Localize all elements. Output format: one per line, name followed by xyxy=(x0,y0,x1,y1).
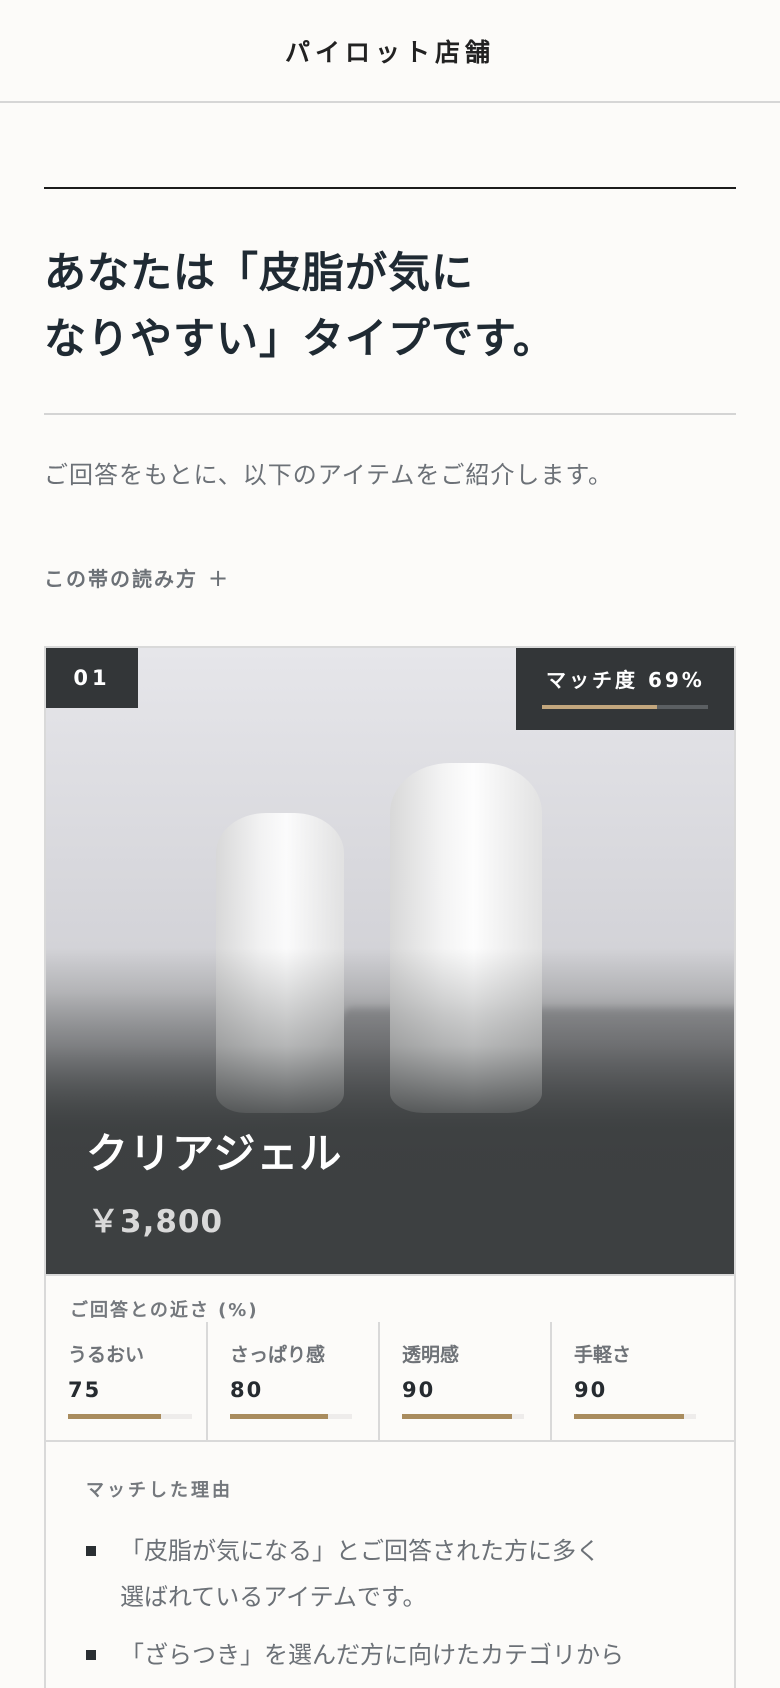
attribute-moisture: うるおい 75 xyxy=(46,1322,218,1442)
reason-item: 「ざらつき」を選んだ方に向けたカテゴリから xyxy=(86,1632,686,1678)
product-price: ￥3,800 xyxy=(88,1204,224,1240)
attribute-value: 80 xyxy=(230,1378,264,1402)
match-bar-fill xyxy=(542,705,657,709)
attribute-section: ご回答との近さ (%) うるおい 75 さっぱり感 80 透明感 90 手軽さ … xyxy=(46,1274,734,1442)
reason-item: 「皮脂が気になる」とご回答された方に多く 選ばれているアイテムです。 xyxy=(86,1528,686,1620)
result-title-line1: あなたは「皮脂が気に xyxy=(44,248,475,297)
match-bar xyxy=(542,705,708,709)
attribute-bar-fill xyxy=(230,1414,328,1419)
attribute-freshness: さっぱり感 80 xyxy=(206,1322,378,1442)
divider-middle xyxy=(44,413,736,415)
reason-text-line1: 「ざらつき」を選んだ方に向けたカテゴリから xyxy=(120,1641,624,1669)
attribute-ease: 手軽さ 90 xyxy=(550,1322,722,1442)
attribute-value: 90 xyxy=(574,1378,608,1402)
product-card[interactable]: 01 マッチ度 69% クリアジェル ￥3,800 ご回答との近さ (%) うる… xyxy=(44,646,736,1688)
attribute-bar xyxy=(402,1414,524,1419)
reason-text-line1: 「皮脂が気になる」とご回答された方に多く xyxy=(120,1537,600,1565)
reason-text-line2: 選ばれているアイテムです。 xyxy=(120,1583,427,1611)
match-reasons-title: マッチした理由 xyxy=(86,1480,233,1501)
attribute-bar xyxy=(68,1414,192,1419)
attribute-value: 90 xyxy=(402,1378,436,1402)
attribute-section-title: ご回答との近さ (%) xyxy=(70,1300,259,1321)
intro-text: ご回答をもとに、以下のアイテムをご紹介します。 xyxy=(44,461,613,489)
match-label: マッチ度 69% xyxy=(546,668,705,692)
result-title: あなたは「皮脂が気に なりやすい」タイプです。 xyxy=(44,240,736,372)
attribute-bar xyxy=(230,1414,352,1419)
match-badge: マッチ度 69% xyxy=(516,648,734,730)
plus-icon: + xyxy=(208,564,231,592)
attribute-bar-fill xyxy=(574,1414,684,1419)
attribute-clarity: 透明感 90 xyxy=(378,1322,550,1442)
attribute-bar-fill xyxy=(68,1414,161,1419)
result-title-line2: なりやすい」タイプです。 xyxy=(44,314,556,363)
rank-badge: 01 xyxy=(46,648,138,708)
product-image: 01 マッチ度 69% クリアジェル ￥3,800 xyxy=(46,648,734,1274)
bullet-icon xyxy=(86,1546,96,1556)
attribute-name: 手軽さ xyxy=(574,1344,632,1366)
attribute-name: 透明感 xyxy=(402,1344,460,1366)
howto-toggle[interactable]: この帯の読み方 + xyxy=(44,563,230,592)
howto-label: この帯の読み方 xyxy=(44,567,198,591)
match-reasons: マッチした理由 「皮脂が気になる」とご回答された方に多く 選ばれているアイテムで… xyxy=(46,1442,734,1688)
attribute-bar xyxy=(574,1414,696,1419)
product-name: クリアジェル xyxy=(86,1129,343,1178)
store-name: パイロット店舗 xyxy=(284,37,495,67)
attribute-value: 75 xyxy=(68,1378,102,1402)
attribute-name: さっぱり感 xyxy=(230,1344,326,1366)
attribute-bar-fill xyxy=(402,1414,512,1419)
attribute-name: うるおい xyxy=(68,1344,145,1366)
bullet-icon xyxy=(86,1650,96,1660)
divider-top xyxy=(44,187,736,189)
app-header: パイロット店舗 xyxy=(0,0,780,103)
